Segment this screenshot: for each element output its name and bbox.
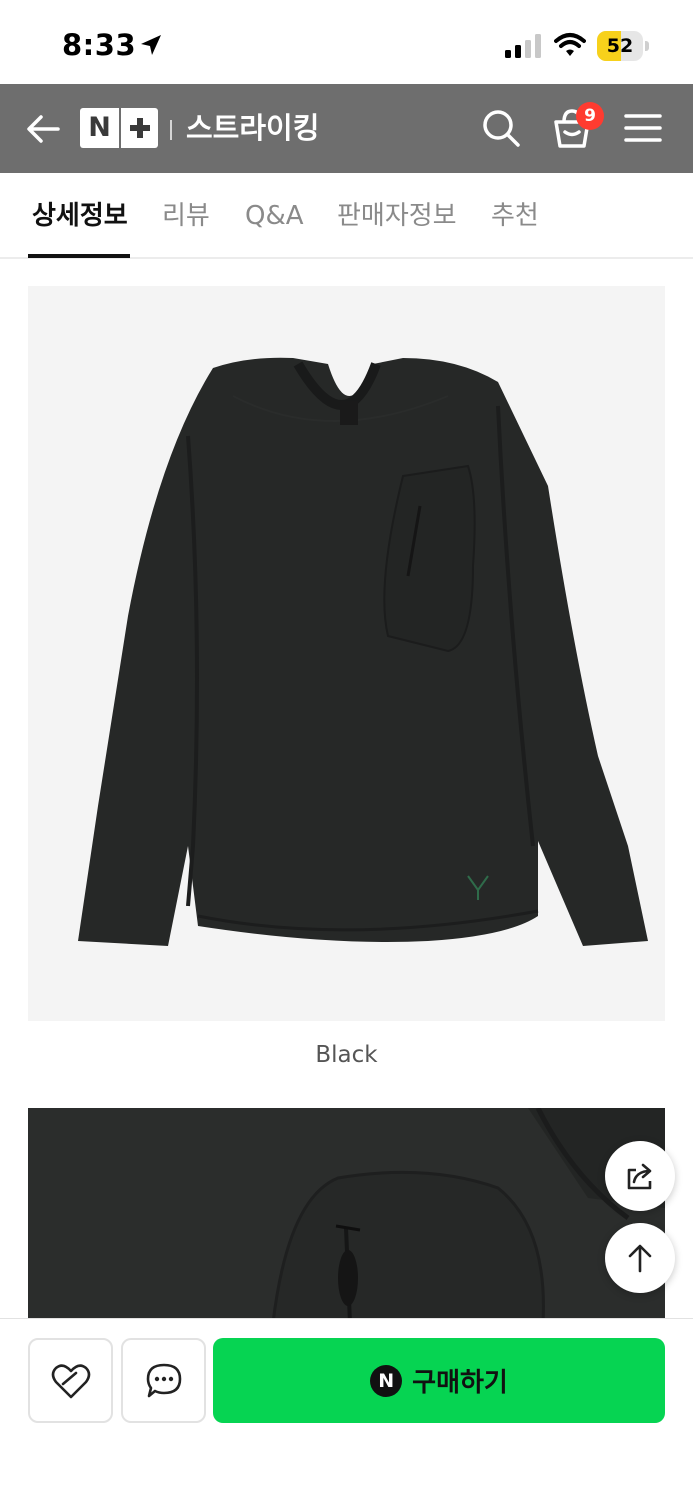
tab-recommend[interactable]: 추천 (491, 199, 539, 233)
buy-button[interactable]: N 구매하기 (213, 1338, 665, 1423)
back-arrow-icon[interactable] (24, 110, 62, 148)
pocket-closeup-image (28, 1108, 665, 1323)
location-arrow-icon (141, 35, 161, 55)
status-bar: 8:33 52 (0, 0, 693, 84)
scroll-top-button[interactable] (605, 1223, 675, 1293)
share-button[interactable] (605, 1141, 675, 1211)
scroll-top-icon (628, 1244, 652, 1273)
top-app-bar: N 스트라이킹 9 (0, 84, 693, 173)
status-time: 8:33 (62, 28, 137, 62)
plus-icon (121, 108, 158, 148)
wishlist-heart-icon (51, 1364, 91, 1399)
store-name[interactable]: 스트라이킹 (186, 108, 319, 148)
tab-details[interactable]: 상세정보 (32, 199, 128, 233)
share-icon (627, 1163, 652, 1190)
tab-seller-info[interactable]: 판매자정보 (337, 199, 457, 233)
chat-button[interactable] (121, 1338, 206, 1423)
buy-button-label: 구매하기 (412, 1368, 508, 1398)
naver-pay-icon: N (370, 1364, 403, 1397)
chat-bubble-icon (146, 1363, 182, 1398)
battery-level: 52 (606, 35, 634, 57)
tab-qna[interactable]: Q&A (245, 199, 304, 233)
long-sleeve-shirt-image (78, 357, 648, 946)
cart-count-badge: 9 (576, 102, 604, 130)
product-tabs: 상세정보 리뷰 Q&A 판매자정보 추천 (0, 173, 693, 259)
tab-reviews[interactable]: 리뷰 (162, 199, 210, 233)
active-tab-indicator (28, 254, 130, 258)
cellular-signal-icon (505, 34, 541, 58)
battery-icon: 52 (597, 31, 649, 61)
wishlist-button[interactable] (28, 1338, 113, 1423)
menu-icon[interactable] (624, 112, 662, 144)
logo-letter: N (88, 112, 111, 143)
naver-plus-logo[interactable]: N (80, 108, 158, 148)
color-caption: Black (315, 1042, 378, 1068)
product-detail-image (28, 1108, 665, 1323)
search-icon[interactable] (481, 108, 521, 148)
product-image-main (28, 286, 665, 1021)
wifi-icon (554, 33, 586, 56)
bottom-action-bar: N 구매하기 (0, 1318, 693, 1500)
title-divider (170, 120, 172, 140)
